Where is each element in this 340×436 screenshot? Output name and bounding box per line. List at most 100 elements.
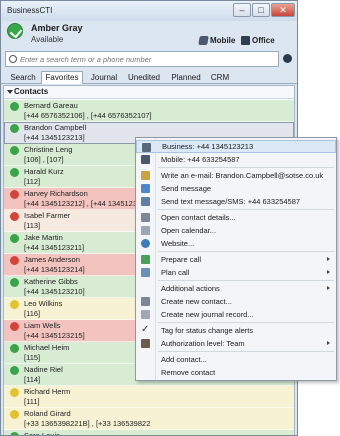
presence-status-icon	[10, 432, 19, 435]
menu-item-label: Open calendar...	[161, 226, 217, 235]
business-phone-icon	[142, 143, 151, 152]
contact-name: Bernard Gareau	[24, 101, 78, 110]
tab-crm[interactable]: CRM	[207, 72, 233, 84]
menu-item-label: Send text message/SMS: +44 633254587	[161, 197, 301, 206]
contact-name: Nadine Riel	[24, 365, 63, 374]
menu-item-create-new-journal-record[interactable]: Create new journal record...	[136, 308, 336, 321]
menu-item-label: Authorization level: Team	[161, 339, 245, 348]
menu-item-send-text-message-sms[interactable]: Send text message/SMS: +44 633254587	[136, 195, 336, 208]
title-bar: BusinessCTI – □ ✕	[1, 1, 297, 21]
device-mobile-button[interactable]: Mobile	[198, 36, 235, 45]
window-title: BusinessCTI	[7, 6, 53, 15]
contact-card-icon	[141, 213, 150, 222]
device-office-button[interactable]: Office	[241, 36, 275, 45]
contact-name: Michael Heim	[24, 343, 70, 352]
checkmark-icon: ✓	[141, 324, 150, 335]
search-input[interactable]	[20, 53, 274, 65]
tab-planned[interactable]: Planned	[168, 72, 204, 84]
tab-search[interactable]: Search	[7, 72, 39, 84]
contact-number: [111]	[24, 396, 40, 406]
menu-item-write-an-e-mail[interactable]: Write an e-mail: Brandon.Campbell@sotse.…	[136, 169, 336, 182]
menu-item-label: Prepare call	[161, 255, 202, 264]
available-status-icon[interactable]	[7, 23, 23, 39]
menu-item-remove-contact[interactable]: Remove contact	[136, 366, 336, 379]
contact-row[interactable]: Bernard Gareau [+44 6576352106] , [+44 65…	[4, 100, 294, 122]
presence-status-icon	[10, 168, 19, 177]
menu-item-authorization-level-team[interactable]: Authorization level: Team	[136, 337, 336, 350]
user-status[interactable]: Available	[31, 35, 63, 44]
menu-item-website[interactable]: Website...	[136, 237, 336, 250]
menu-item-additional-actions[interactable]: Additional actions	[136, 282, 336, 295]
contact-row[interactable]: Roland Girard [+33 1365398221B] , [+33 13…	[4, 408, 294, 430]
contact-name: Leo Wilkins	[24, 299, 63, 308]
contact-row[interactable]: Richard Herm [111]	[4, 386, 294, 408]
menu-item-label: Business: +44 1345123213	[162, 142, 254, 151]
presence-status-icon	[10, 190, 19, 199]
sms-icon	[141, 197, 150, 206]
menu-item-send-message[interactable]: Send message	[136, 182, 336, 195]
menu-item-label: Write an e-mail: Brandon.Campbell@sotse.…	[161, 171, 324, 180]
presence-status-icon	[10, 410, 19, 419]
contact-name: Christine Leng	[24, 145, 73, 154]
email-icon	[141, 171, 150, 180]
maximize-button[interactable]: □	[252, 3, 270, 17]
contact-name: Richard Herm	[24, 387, 71, 396]
submenu-arrow-icon	[327, 257, 330, 261]
menu-item-label: Plan call	[161, 268, 190, 277]
mobile-phone-icon	[198, 36, 209, 45]
contact-row[interactable]: Sara Louis	[4, 430, 294, 436]
menu-item-label: Add contact...	[161, 355, 207, 364]
menu-item-label: Create new journal record...	[161, 310, 254, 319]
menu-item-open-calendar[interactable]: Open calendar...	[136, 224, 336, 237]
contact-name: Brandon Campbell	[24, 123, 87, 132]
menu-separator	[158, 280, 334, 281]
contact-name: Jake Martin	[24, 233, 63, 242]
submenu-arrow-icon	[327, 286, 330, 290]
contact-name: Roland Girard	[24, 409, 71, 418]
menu-separator	[158, 167, 334, 168]
contact-context-menu: Business: +44 1345123213 Mobile: +44 6332…	[135, 137, 337, 381]
tab-journal[interactable]: Journal	[87, 72, 121, 84]
menu-item-label: Remove contact	[161, 368, 216, 377]
menu-item-plan-call[interactable]: Plan call	[136, 266, 336, 279]
mobile-phone-icon	[141, 155, 150, 164]
close-button[interactable]: ✕	[271, 3, 295, 17]
plan-call-icon	[141, 268, 150, 277]
presence-status-icon	[10, 388, 19, 397]
contact-name: Liam Wells	[24, 321, 61, 330]
minimize-button[interactable]: –	[233, 3, 251, 17]
contact-name: Sara Louis	[24, 431, 60, 436]
menu-item-label: Open contact details...	[161, 213, 236, 222]
menu-item-label: Mobile: +44 633254587	[161, 155, 240, 164]
contact-number: [+44 6576352106] , [+44 6576352107]	[24, 110, 152, 120]
menu-separator	[158, 351, 334, 352]
presence-status-icon	[10, 146, 19, 155]
contacts-group-header[interactable]: Contacts	[4, 86, 294, 99]
tab-favorites[interactable]: Favorites	[41, 71, 83, 84]
contact-name: James Anderson	[24, 255, 80, 264]
presence-status-icon	[10, 124, 19, 133]
contact-name: Harald Kurz	[24, 167, 64, 176]
menu-item-business-44-1345123213[interactable]: Business: +44 1345123213	[136, 140, 336, 153]
menu-item-open-contact-details[interactable]: Open contact details...	[136, 211, 336, 224]
tab-unedited[interactable]: Unedited	[125, 72, 163, 84]
menu-item-label: Website...	[161, 239, 195, 248]
user-status-bar: Amber Gray Available Mobile Office	[1, 21, 297, 49]
menu-separator	[158, 322, 334, 323]
menu-item-mobile-44-633254587[interactable]: Mobile: +44 633254587	[136, 153, 336, 166]
search-icon	[9, 55, 17, 63]
menu-item-tag-for-status-change[interactable]: ✓ Tag for status change alerts	[136, 324, 336, 337]
menu-item-prepare-call[interactable]: Prepare call	[136, 253, 336, 266]
search-options-icon[interactable]	[283, 54, 292, 63]
tab-bar: Search Favorites Journal Unedited Planne…	[1, 71, 297, 84]
prepare-call-icon	[141, 255, 150, 264]
menu-item-add-contact[interactable]: Add contact...	[136, 353, 336, 366]
search-box[interactable]	[5, 51, 279, 67]
team-icon	[141, 339, 150, 348]
presence-status-icon	[10, 366, 19, 375]
menu-item-create-new-contact[interactable]: Create new contact...	[136, 295, 336, 308]
presence-status-icon	[10, 256, 19, 265]
chat-message-icon	[141, 184, 150, 193]
new-journal-icon	[141, 310, 150, 319]
menu-item-label: Tag for status change alerts	[161, 326, 254, 335]
